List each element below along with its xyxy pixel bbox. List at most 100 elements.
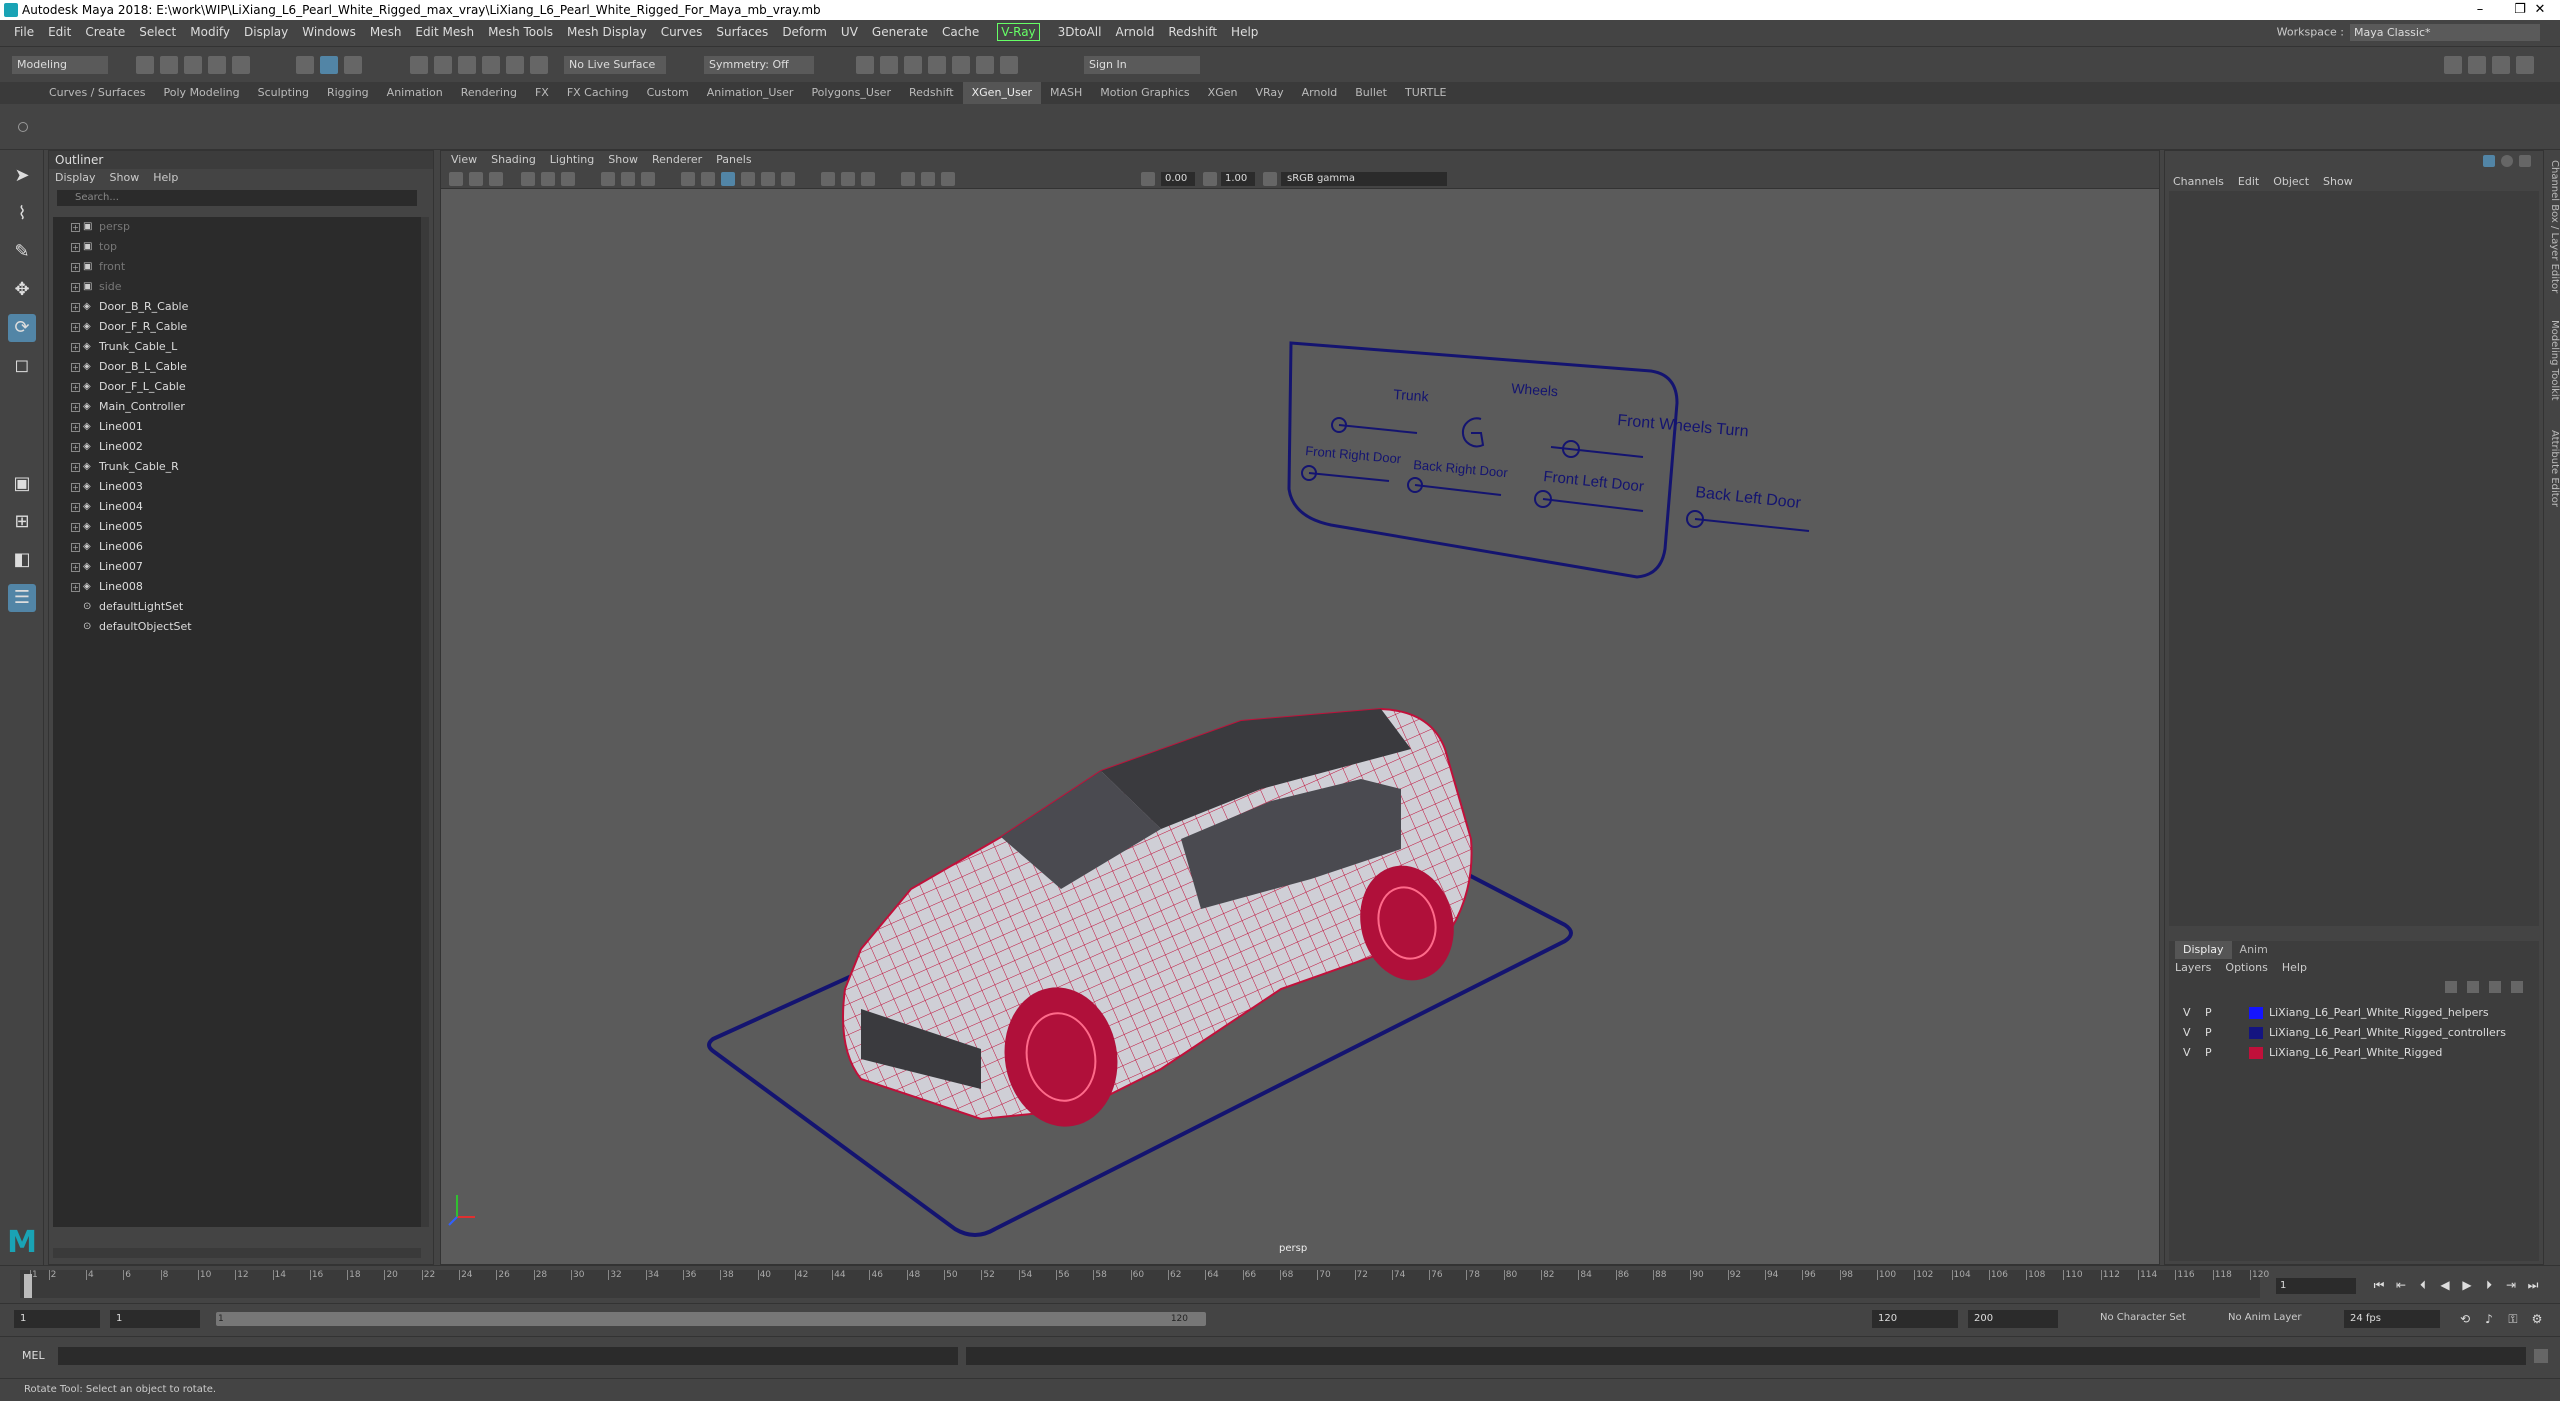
hypershade-icon[interactable] bbox=[952, 56, 970, 74]
layer-visibility-toggle[interactable]: V bbox=[2183, 1023, 2191, 1043]
four-view-layout-icon[interactable]: ⊞ bbox=[8, 508, 36, 536]
expand-icon[interactable]: + bbox=[71, 523, 80, 532]
step-forward-key-icon[interactable]: ⇥ bbox=[2504, 1278, 2518, 1292]
shelf-tab-polygons-user[interactable]: Polygons_User bbox=[802, 82, 900, 104]
grid-icon[interactable] bbox=[601, 172, 615, 186]
outliner-item[interactable]: + ▣ top bbox=[53, 237, 421, 257]
outliner-item[interactable]: + ◈ Line005 bbox=[53, 517, 421, 537]
side-tab-attribute-editor[interactable]: Attribute Editor bbox=[2544, 430, 2560, 507]
outliner-item[interactable]: + ◈ Door_F_R_Cable bbox=[53, 317, 421, 337]
outliner-item[interactable]: + ◈ Trunk_Cable_L bbox=[53, 337, 421, 357]
layer-row[interactable]: V P LiXiang_L6_Pearl_White_Rigged_controll… bbox=[2173, 1023, 2533, 1043]
command-input[interactable] bbox=[58, 1347, 958, 1365]
select-tool-icon[interactable]: ➤ bbox=[8, 162, 36, 190]
channel-menu-object[interactable]: Object bbox=[2273, 175, 2309, 188]
shelf-tab-bullet[interactable]: Bullet bbox=[1346, 82, 1396, 104]
menu-generate[interactable]: Generate bbox=[865, 20, 935, 44]
outliner-item[interactable]: + ◈ Door_B_R_Cable bbox=[53, 297, 421, 317]
time-ruler[interactable]: 1 2 4 6 8 10 12 14 16 18 20 22 24 26 28 30 32 34 36 38 40 42 4… bbox=[20, 1270, 2269, 1298]
snap-surface-icon[interactable] bbox=[506, 56, 524, 74]
shelf-tab-animation[interactable]: Animation bbox=[378, 82, 452, 104]
scale-tool-icon[interactable]: ◻ bbox=[8, 352, 36, 380]
save-scene-icon[interactable] bbox=[184, 56, 202, 74]
wireframe-icon[interactable] bbox=[681, 172, 695, 186]
outliner-menu-help[interactable]: Help bbox=[153, 171, 178, 184]
mel-label[interactable]: MEL bbox=[22, 1349, 45, 1362]
select-object-icon[interactable] bbox=[320, 56, 338, 74]
shelf-tab-curves-surfaces[interactable]: Curves / Surfaces bbox=[40, 82, 155, 104]
sound-icon[interactable]: ♪ bbox=[2482, 1312, 2496, 1326]
exposure-field[interactable]: 0.00 bbox=[1161, 172, 1195, 186]
animation-end-field[interactable]: 200 bbox=[1968, 1310, 2058, 1328]
channel-menu-edit[interactable]: Edit bbox=[2238, 175, 2259, 188]
menu-windows[interactable]: Windows bbox=[295, 20, 363, 44]
xray-icon[interactable] bbox=[841, 172, 855, 186]
menu-mesh[interactable]: Mesh bbox=[363, 20, 409, 44]
move-layer-up-icon[interactable] bbox=[2445, 981, 2457, 993]
channel-box-icon[interactable] bbox=[2516, 56, 2534, 74]
viewport-menu-show[interactable]: Show bbox=[608, 153, 638, 166]
shelf-tab-xgen[interactable]: XGen bbox=[1199, 82, 1247, 104]
outliner-item[interactable]: + ◈ Door_B_L_Cable bbox=[53, 357, 421, 377]
expand-icon[interactable]: + bbox=[71, 343, 80, 352]
viewport-menu-view[interactable]: View bbox=[451, 153, 477, 166]
layer-menu-layers[interactable]: Layers bbox=[2175, 961, 2211, 974]
ambient-occlusion-icon[interactable] bbox=[901, 172, 915, 186]
layer-menu-help[interactable]: Help bbox=[2282, 961, 2307, 974]
step-forward-frame-icon[interactable]: ⏵ bbox=[2482, 1278, 2496, 1292]
outliner-item[interactable]: + ◈ Line006 bbox=[53, 537, 421, 557]
expand-icon[interactable]: + bbox=[71, 543, 80, 552]
expand-icon[interactable]: + bbox=[71, 323, 80, 332]
render-history-icon[interactable] bbox=[856, 56, 874, 74]
gamma-icon[interactable] bbox=[1203, 172, 1217, 186]
pause-icon[interactable] bbox=[1000, 56, 1018, 74]
wireframe-on-shaded-icon[interactable] bbox=[721, 172, 735, 186]
snap-curve-icon[interactable] bbox=[434, 56, 452, 74]
shelf-settings-icon[interactable] bbox=[18, 122, 28, 132]
side-tab-channel-box-layer-editor[interactable]: Channel Box / Layer Editor bbox=[2544, 160, 2560, 293]
workspace-dropdown[interactable]: Maya Classic* bbox=[2350, 24, 2540, 41]
view-transform-dropdown[interactable]: sRGB gamma bbox=[1281, 172, 1447, 186]
expand-icon[interactable]: + bbox=[71, 383, 80, 392]
outliner-item[interactable]: + ▣ persp bbox=[53, 217, 421, 237]
menu-arnold[interactable]: Arnold bbox=[1108, 20, 1161, 44]
menu-mesh-tools[interactable]: Mesh Tools bbox=[481, 20, 560, 44]
menu-set-dropdown[interactable]: Modeling bbox=[12, 56, 108, 74]
shelf-tab-arnold[interactable]: Arnold bbox=[1293, 82, 1347, 104]
channel-lock-icon[interactable] bbox=[2501, 155, 2513, 167]
modeling-toolkit-icon[interactable] bbox=[2444, 56, 2462, 74]
channel-settings-icon[interactable] bbox=[2519, 155, 2531, 167]
layer-visibility-toggle[interactable]: V bbox=[2183, 1003, 2191, 1023]
outliner-menu-display[interactable]: Display bbox=[55, 171, 96, 184]
car-model[interactable] bbox=[842, 707, 1473, 1136]
loop-icon[interactable]: ⟲ bbox=[2458, 1312, 2472, 1326]
smooth-shade-icon[interactable] bbox=[701, 172, 715, 186]
redo-icon[interactable] bbox=[232, 56, 250, 74]
camera-attributes-icon[interactable] bbox=[469, 172, 483, 186]
menu-mesh-display[interactable]: Mesh Display bbox=[560, 20, 654, 44]
tool-settings-icon[interactable] bbox=[2492, 56, 2510, 74]
fps-dropdown[interactable]: 24 fps bbox=[2344, 1310, 2440, 1328]
animation-preferences-icon[interactable]: ⚙ bbox=[2530, 1312, 2544, 1326]
shelf-tab-xgen-user[interactable]: XGen_User bbox=[962, 82, 1041, 104]
outliner-menu-show[interactable]: Show bbox=[110, 171, 140, 184]
menu-help[interactable]: Help bbox=[1224, 20, 1265, 44]
shelf-tab-animation-user[interactable]: Animation_User bbox=[698, 82, 803, 104]
animation-start-field[interactable]: 1 bbox=[14, 1310, 100, 1328]
back-right-door-slider[interactable] bbox=[1414, 484, 1502, 496]
layer-playback-toggle[interactable]: P bbox=[2205, 1043, 2212, 1063]
shelf-tab-fx[interactable]: FX bbox=[526, 82, 558, 104]
outliner-item[interactable]: + ◈ Trunk_Cable_R bbox=[53, 457, 421, 477]
paint-select-icon[interactable]: ✎ bbox=[8, 238, 36, 266]
back-left-door-slider[interactable] bbox=[1694, 518, 1810, 532]
outliner-item[interactable]: + ▣ front bbox=[53, 257, 421, 277]
expand-icon[interactable]: + bbox=[71, 503, 80, 512]
outliner-item[interactable]: + ◈ Line001 bbox=[53, 417, 421, 437]
viewport-menu-panels[interactable]: Panels bbox=[716, 153, 751, 166]
outliner-item[interactable]: + ◈ Line008 bbox=[53, 577, 421, 597]
current-frame-field[interactable]: 1 bbox=[2276, 1278, 2356, 1294]
image-plane-icon[interactable] bbox=[521, 172, 535, 186]
menu-vray[interactable]: V-Ray bbox=[997, 23, 1040, 41]
expand-icon[interactable]: + bbox=[71, 583, 80, 592]
menu-deform[interactable]: Deform bbox=[775, 20, 834, 44]
